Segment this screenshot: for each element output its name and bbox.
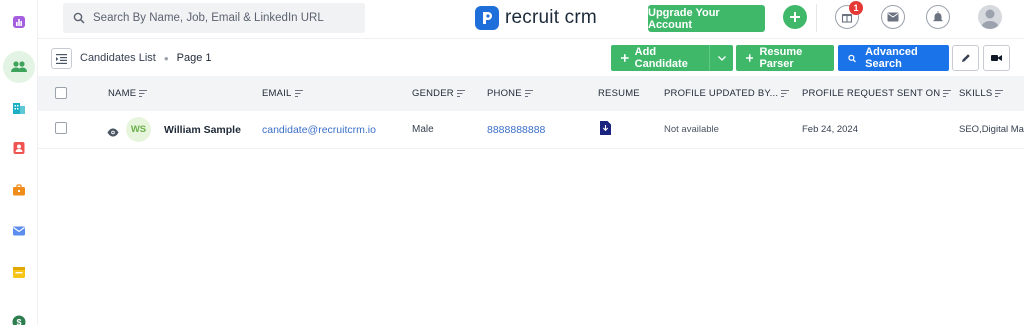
- column-header-label: SKILLS: [959, 88, 993, 99]
- user-avatar[interactable]: [978, 5, 1002, 29]
- column-header-label: PROFILE REQUEST SENT ON: [802, 88, 941, 99]
- upgrade-account-button[interactable]: Upgrade Your Account: [648, 5, 765, 32]
- plus-icon: [621, 54, 629, 62]
- add-candidate-split-button: Add Candidate: [611, 45, 733, 71]
- people-icon[interactable]: [3, 51, 35, 83]
- search-placeholder[interactable]: Search By Name, Job, Email & LinkedIn UR…: [93, 12, 324, 24]
- briefcase-icon[interactable]: [6, 177, 32, 203]
- sidebar-toggle-button[interactable]: [51, 48, 72, 69]
- column-header-profile-updated-by[interactable]: PROFILE UPDATED BY...: [664, 88, 790, 99]
- calendar-icon[interactable]: [6, 259, 32, 285]
- add-candidate-dropdown[interactable]: [709, 45, 733, 71]
- breadcrumb: Candidates List ● Page 1: [80, 52, 212, 64]
- mail-icon[interactable]: [6, 218, 32, 244]
- column-header-label: RESUME: [598, 88, 640, 99]
- avatar: WS: [126, 117, 151, 142]
- sort-icon[interactable]: [995, 90, 1004, 97]
- search-icon: [848, 54, 856, 62]
- eye-icon[interactable]: [107, 124, 119, 142]
- building-icon[interactable]: [6, 95, 32, 121]
- alarm-icon: [933, 11, 943, 22]
- logo-text: recruit crm: [505, 7, 597, 28]
- table-row[interactable]: WS William Sample candidate@recruitcrm.i…: [38, 111, 1024, 149]
- add-candidate-label: Add Candidate: [634, 46, 688, 70]
- sort-icon[interactable]: [456, 90, 465, 97]
- sub-header: Candidates List ● Page 1 Add Candidate R…: [38, 38, 1024, 76]
- search-icon: [73, 12, 85, 24]
- column-header-label: NAME: [108, 88, 137, 99]
- app-root: $ Search By Name, Job, Email & LinkedIn …: [0, 0, 1024, 325]
- select-all-checkbox[interactable]: [55, 87, 67, 99]
- video-camera-icon: [991, 55, 1002, 61]
- envelope-icon: [887, 12, 899, 22]
- advanced-search-label: Advanced Search: [865, 46, 918, 70]
- sort-icon[interactable]: [139, 90, 148, 97]
- notifications-button[interactable]: [926, 5, 950, 29]
- column-header-phone[interactable]: PHONE: [487, 88, 533, 99]
- row-checkbox[interactable]: [55, 122, 67, 134]
- sort-icon[interactable]: [294, 90, 303, 97]
- sort-icon[interactable]: [943, 90, 952, 97]
- profile-updated-by: Not available: [664, 124, 719, 135]
- advanced-search-button[interactable]: Advanced Search: [838, 45, 949, 71]
- resume-parser-label: Resume Parser: [759, 46, 803, 70]
- breadcrumb-candidates-list[interactable]: Candidates List: [80, 52, 156, 64]
- chart-icon[interactable]: [6, 9, 32, 35]
- column-header-name[interactable]: NAME: [108, 88, 148, 99]
- column-header-label: GENDER: [412, 88, 454, 99]
- svg-text:$: $: [16, 318, 21, 325]
- breadcrumb-separator-icon: ●: [163, 53, 169, 63]
- column-header-label: PHONE: [487, 88, 522, 99]
- gift-notification-badge: 1: [849, 1, 863, 15]
- column-header-label: EMAIL: [262, 88, 292, 99]
- global-search[interactable]: Search By Name, Job, Email & LinkedIn UR…: [63, 3, 365, 33]
- column-header-gender[interactable]: GENDER: [412, 88, 465, 99]
- video-button[interactable]: [983, 45, 1010, 71]
- sort-icon[interactable]: [524, 90, 533, 97]
- resume-download-icon[interactable]: [600, 121, 611, 140]
- profile-request-sent-on: Feb 24, 2024: [802, 124, 858, 135]
- column-header-skills[interactable]: SKILLS: [959, 88, 1004, 99]
- candidate-email-link[interactable]: candidate@recruitcrm.io: [262, 124, 376, 136]
- column-header-resume: RESUME: [598, 88, 640, 99]
- column-header-email[interactable]: EMAIL: [262, 88, 303, 99]
- candidate-name-link[interactable]: William Sample: [164, 124, 241, 136]
- candidate-skills: SEO,Digital Mark: [959, 124, 1024, 135]
- column-header-profile-request-sent-on[interactable]: PROFILE REQUEST SENT ON: [802, 88, 952, 99]
- sort-icon[interactable]: [781, 90, 790, 97]
- candidate-gender: Male: [412, 124, 434, 135]
- top-bar: Search By Name, Job, Email & LinkedIn UR…: [38, 0, 1024, 38]
- pencil-icon: [961, 54, 970, 62]
- divider: [816, 4, 817, 32]
- contact-icon[interactable]: [6, 135, 32, 161]
- messages-button[interactable]: [881, 5, 905, 29]
- quick-add-button[interactable]: [783, 5, 807, 29]
- left-rail: $: [0, 0, 38, 325]
- plus-icon: [746, 54, 754, 62]
- column-header-label: PROFILE UPDATED BY...: [664, 88, 779, 99]
- plus-icon: [790, 12, 800, 22]
- logo[interactable]: recruit crm: [475, 5, 597, 31]
- resume-parser-button[interactable]: Resume Parser: [736, 45, 834, 71]
- table-header: NAME EMAIL GENDER PHONE RESUME PROFILE U…: [38, 76, 1024, 111]
- dollar-icon[interactable]: $: [6, 309, 32, 325]
- edit-button[interactable]: [952, 45, 979, 71]
- breadcrumb-page: Page 1: [176, 52, 212, 64]
- avatar-icon: [981, 9, 999, 29]
- logo-mark-icon: [475, 6, 499, 30]
- candidate-phone-link[interactable]: 8888888888: [487, 124, 545, 136]
- indent-icon: [56, 53, 67, 64]
- add-candidate-button[interactable]: Add Candidate: [611, 45, 709, 71]
- chevron-down-icon: [717, 55, 726, 61]
